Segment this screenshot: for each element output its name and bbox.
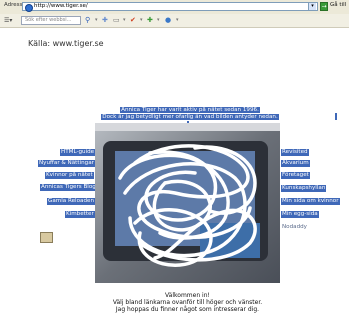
info-icon[interactable]: ●	[165, 16, 171, 25]
address-bar: Adress http://www.tiger.se/ ▾ → Gå till	[0, 0, 349, 15]
address-input[interactable]: http://www.tiger.se/ ▾	[22, 2, 318, 12]
welcome-line-1: Välkommen in!	[165, 292, 210, 299]
go-button[interactable]: Gå till	[330, 2, 346, 8]
chevron-down-icon[interactable]: ▾	[176, 16, 179, 25]
link-kimbetter[interactable]: Kimbetter	[65, 211, 95, 218]
page-icon[interactable]: ▭	[113, 16, 120, 25]
plus-icon[interactable]: ✚	[147, 16, 153, 25]
link-annicas-blog[interactable]: Annicas Tigers Blog	[40, 184, 97, 191]
welcome-line-2: Välj bland länkarna ovanför till höger o…	[112, 299, 263, 306]
link-foretaget[interactable]: Företaget	[281, 172, 310, 179]
chevron-down-icon[interactable]: ▾	[157, 16, 160, 25]
search-placeholder: Sök efter webbsi...	[25, 17, 72, 23]
link-kvinnor-pa-natet[interactable]: Kvinnor på nätet	[45, 172, 94, 179]
intro-line-1: Annica Tiger har varit aktiv på nätet se…	[120, 107, 260, 113]
intro-text: Annica Tiger har varit aktiv på nätet se…	[95, 107, 285, 121]
highlight-icon[interactable]: ✔	[130, 16, 136, 25]
address-label: Adress	[4, 2, 23, 8]
search-toolbar: ☰▾ Sök efter webbsi... ⚲ ▾ ✚ ▭ ▾ ✔ ▾ ✚ ▾…	[0, 14, 349, 28]
link-egg-sida[interactable]: Min egg-sida	[281, 211, 319, 218]
search-input[interactable]: Sök efter webbsi...	[21, 16, 81, 25]
address-url: http://www.tiger.se/	[34, 3, 88, 9]
scribbled-photo	[95, 123, 280, 283]
link-akvarium[interactable]: Akvarium	[281, 160, 310, 167]
ie-page-icon	[25, 4, 33, 12]
link-kvinnor[interactable]: Min sida om kvinnor	[281, 198, 340, 205]
bookmark-icon[interactable]: ✚	[102, 16, 108, 25]
small-image-icon	[40, 232, 53, 243]
link-revisited[interactable]: Revisited	[281, 149, 309, 156]
chevron-down-icon[interactable]: ▾	[308, 3, 316, 10]
link-gamla-reloaden[interactable]: Gamla Reloaden	[47, 198, 95, 205]
toolbar-menu-icon[interactable]: ☰▾	[4, 17, 12, 24]
link-nodaddy[interactable]: Nodaddy	[281, 224, 308, 231]
chevron-down-icon[interactable]: ▾	[95, 16, 98, 25]
chevron-down-icon[interactable]: ▾	[140, 16, 143, 25]
link-html-guide[interactable]: HTML-guide	[60, 149, 96, 156]
search-icon[interactable]: ⚲	[85, 16, 90, 25]
welcome-text: Välkommen in! Välj bland länkarna ovanfö…	[80, 292, 295, 313]
decorative-marker	[335, 113, 337, 120]
welcome-line-3: Jag hoppas du finner något som intresser…	[115, 306, 260, 313]
source-caption: Källa: www.tiger.se	[28, 39, 104, 48]
link-kunskapshyllan[interactable]: Kunskapshyllan	[281, 185, 327, 192]
link-nyuffar[interactable]: Nyuffar & Nättingar	[38, 160, 95, 167]
go-arrow-icon[interactable]: →	[320, 2, 328, 11]
chevron-down-icon[interactable]: ▾	[123, 16, 126, 25]
intro-line-2: Dock är jag betydligt mer ofarlig än vad…	[101, 114, 279, 120]
